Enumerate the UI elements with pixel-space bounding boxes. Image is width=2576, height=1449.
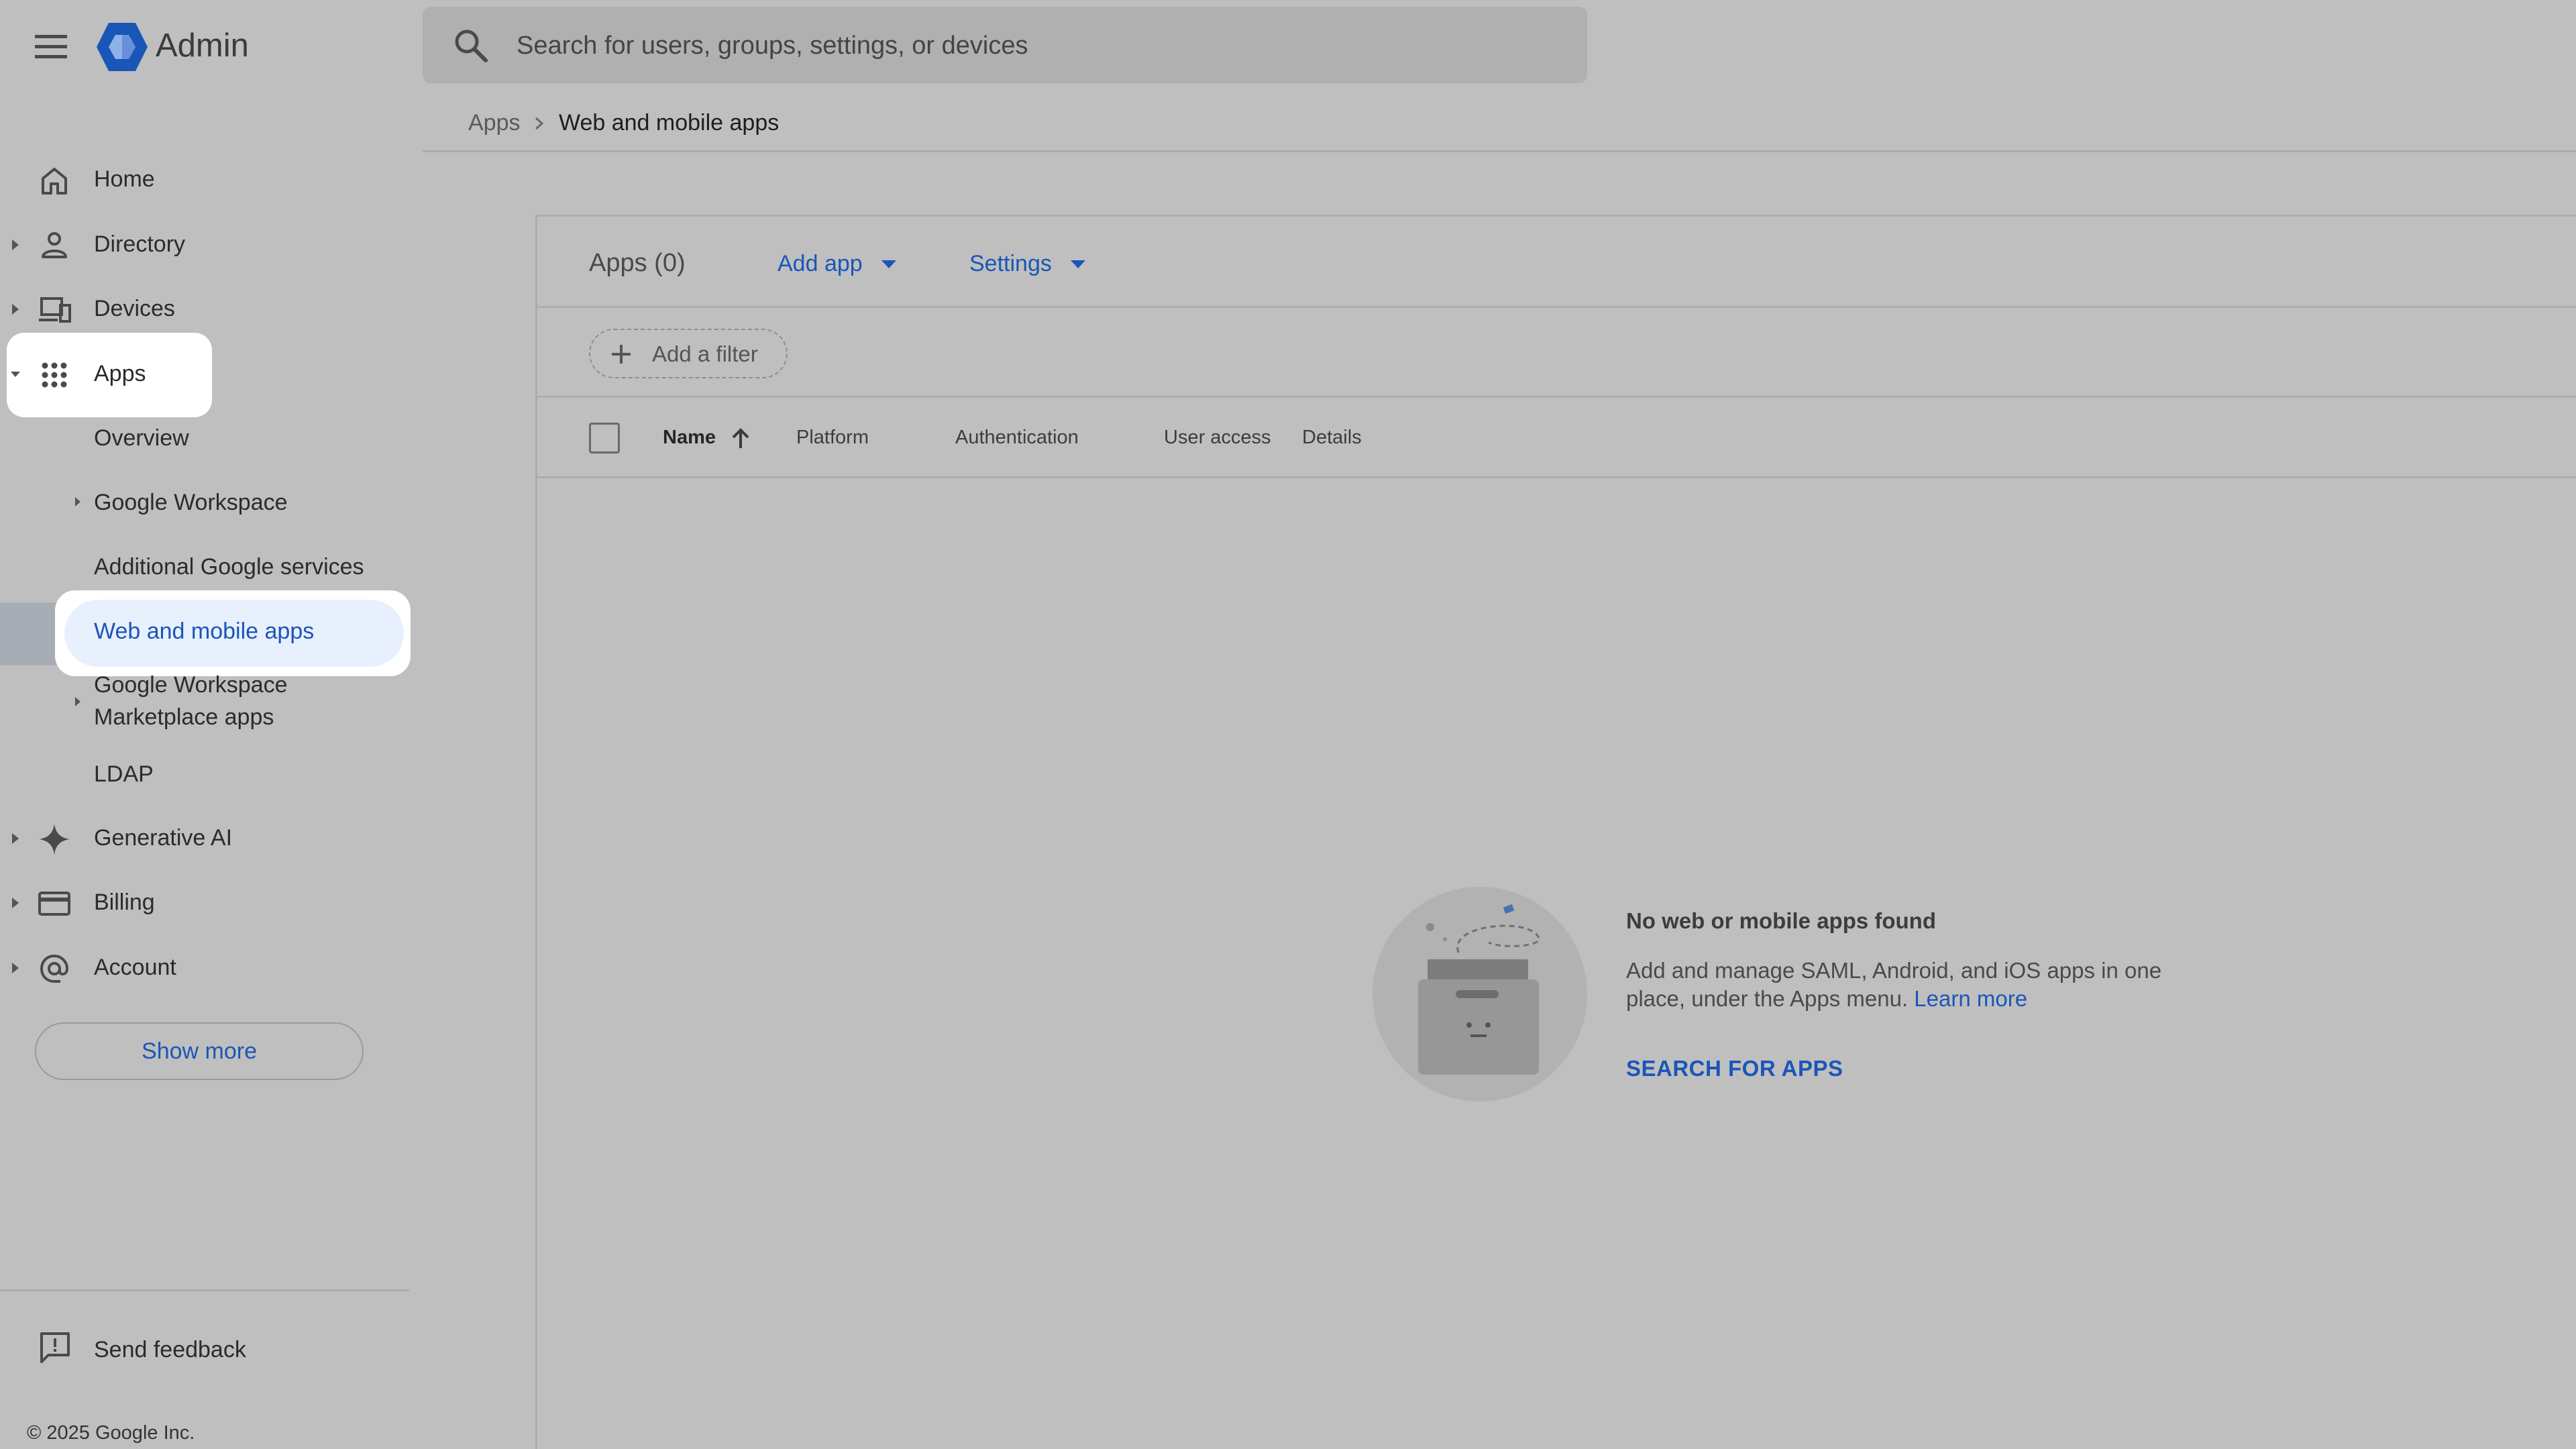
sidebar-subitem-overview[interactable]: Overview — [0, 425, 335, 472]
empty-state-description: Add and manage SAML, Android, and iOS ap… — [1626, 957, 2176, 1013]
credit-card-icon — [38, 892, 70, 916]
expand-arrow-icon[interactable] — [9, 301, 21, 318]
column-header-user-access[interactable]: User access — [1164, 427, 1271, 449]
breadcrumb-current: Web and mobile apps — [559, 110, 780, 136]
column-header-details[interactable]: Details — [1302, 427, 1362, 449]
select-all-checkbox[interactable] — [589, 423, 620, 453]
apps-count-title: Apps (0) — [589, 249, 686, 277]
sidebar-subitem-label-line2: Marketplace apps — [94, 704, 274, 730]
learn-more-link[interactable]: Learn more — [1914, 986, 2027, 1011]
plus-icon — [612, 345, 631, 364]
sidebar-item-billing[interactable]: Billing — [0, 876, 409, 930]
expand-arrow-icon[interactable] — [72, 494, 83, 510]
sidebar-item-label: Directory — [94, 231, 186, 257]
send-feedback-link[interactable]: Send feedback — [94, 1337, 246, 1363]
table-header-divider — [537, 476, 2576, 478]
sidebar-divider — [0, 1289, 409, 1291]
sidebar-subitem-label: Google Workspace — [94, 490, 288, 515]
at-sign-icon — [40, 954, 69, 983]
add-app-dropdown[interactable]: Add app — [777, 251, 898, 277]
app-title: Admin — [156, 28, 249, 64]
settings-label: Settings — [969, 251, 1052, 276]
sidebar-item-devices[interactable]: Devices — [0, 282, 409, 336]
sidebar-subitem-marketplace-apps[interactable]: Google Workspace Marketplace apps — [0, 672, 335, 737]
empty-box-illustration — [1373, 887, 1587, 1102]
panel-border-left — [535, 215, 537, 1449]
sidebar-subitem-additional-google-services[interactable]: Additional Google services — [0, 554, 364, 601]
sparkle-icon — [39, 824, 70, 855]
sidebar-item-generative-ai[interactable]: Generative AI — [0, 812, 409, 865]
column-header-name[interactable]: Name — [663, 427, 716, 449]
search-icon — [455, 30, 488, 62]
arrow-up-icon[interactable] — [729, 425, 752, 451]
person-icon — [42, 232, 67, 258]
sidebar-subitem-ldap[interactable]: LDAP — [0, 761, 335, 808]
chevron-right-icon — [535, 117, 544, 130]
sidebar-item-label: Billing — [94, 890, 155, 915]
add-app-label: Add app — [777, 251, 863, 276]
column-header-platform[interactable]: Platform — [796, 427, 869, 449]
sidebar-item-home[interactable]: Home — [0, 153, 409, 207]
copyright-text: © 2025 Google Inc. — [27, 1422, 195, 1444]
search-bar[interactable] — [423, 7, 1587, 83]
sidebar-subitem-label: Additional Google services — [94, 554, 364, 580]
filter-divider — [537, 396, 2576, 398]
sidebar-subitem-label: Overview — [94, 425, 189, 451]
sidebar-item-label: Devices — [94, 296, 175, 321]
breadcrumb-apps-link[interactable]: Apps — [468, 110, 521, 136]
add-filter-label: Add a filter — [652, 341, 758, 366]
sidebar-item-label: Account — [94, 955, 176, 980]
sidebar-item-account[interactable]: Account — [0, 941, 409, 995]
sidebar-item-label: Home — [94, 166, 155, 192]
panel-border-top — [537, 215, 2576, 217]
admin-logo-icon[interactable] — [95, 21, 149, 72]
sidebar-subitem-web-and-mobile-apps[interactable]: Web and mobile apps — [0, 619, 335, 665]
hamburger-menu-icon — [35, 35, 67, 58]
caret-down-icon — [881, 260, 896, 268]
expand-arrow-icon[interactable] — [9, 894, 21, 912]
empty-state-title: No web or mobile apps found — [1626, 908, 1936, 933]
devices-icon — [39, 297, 71, 323]
sidebar-item-label: Generative AI — [94, 825, 233, 851]
sidebar-subitem-label: Web and mobile apps — [94, 619, 315, 644]
home-icon — [42, 168, 67, 195]
toolbar-divider — [537, 306, 2576, 308]
expand-arrow-icon[interactable] — [9, 830, 21, 847]
main-menu-button[interactable] — [24, 20, 78, 74]
sidebar-item-directory[interactable]: Directory — [0, 218, 409, 272]
column-header-authentication[interactable]: Authentication — [955, 427, 1079, 449]
sidebar-subitem-label: LDAP — [94, 761, 154, 787]
collapse-arrow-icon[interactable] — [9, 366, 21, 383]
search-for-apps-link[interactable]: SEARCH FOR APPS — [1626, 1056, 1843, 1081]
sidebar-item-label: Apps — [94, 361, 146, 386]
expand-arrow-icon[interactable] — [9, 236, 21, 254]
header-divider — [423, 150, 2576, 152]
show-more-button[interactable]: Show more — [35, 1022, 364, 1080]
expand-arrow-icon[interactable] — [72, 694, 83, 710]
expand-arrow-icon[interactable] — [9, 959, 21, 977]
sidebar-subitem-google-workspace[interactable]: Google Workspace — [0, 490, 335, 537]
empty-state-description-text: Add and manage SAML, Android, and iOS ap… — [1626, 958, 2162, 1011]
sidebar-subitem-label-line1: Google Workspace — [94, 672, 288, 698]
apps-grid-icon — [42, 362, 67, 388]
settings-dropdown[interactable]: Settings — [969, 251, 1087, 277]
search-input[interactable] — [515, 23, 1524, 68]
sidebar-item-apps[interactable]: Apps — [0, 347, 409, 401]
add-filter-chip[interactable]: Add a filter — [589, 329, 788, 378]
caret-down-icon — [1070, 260, 1085, 268]
feedback-icon — [40, 1332, 70, 1363]
